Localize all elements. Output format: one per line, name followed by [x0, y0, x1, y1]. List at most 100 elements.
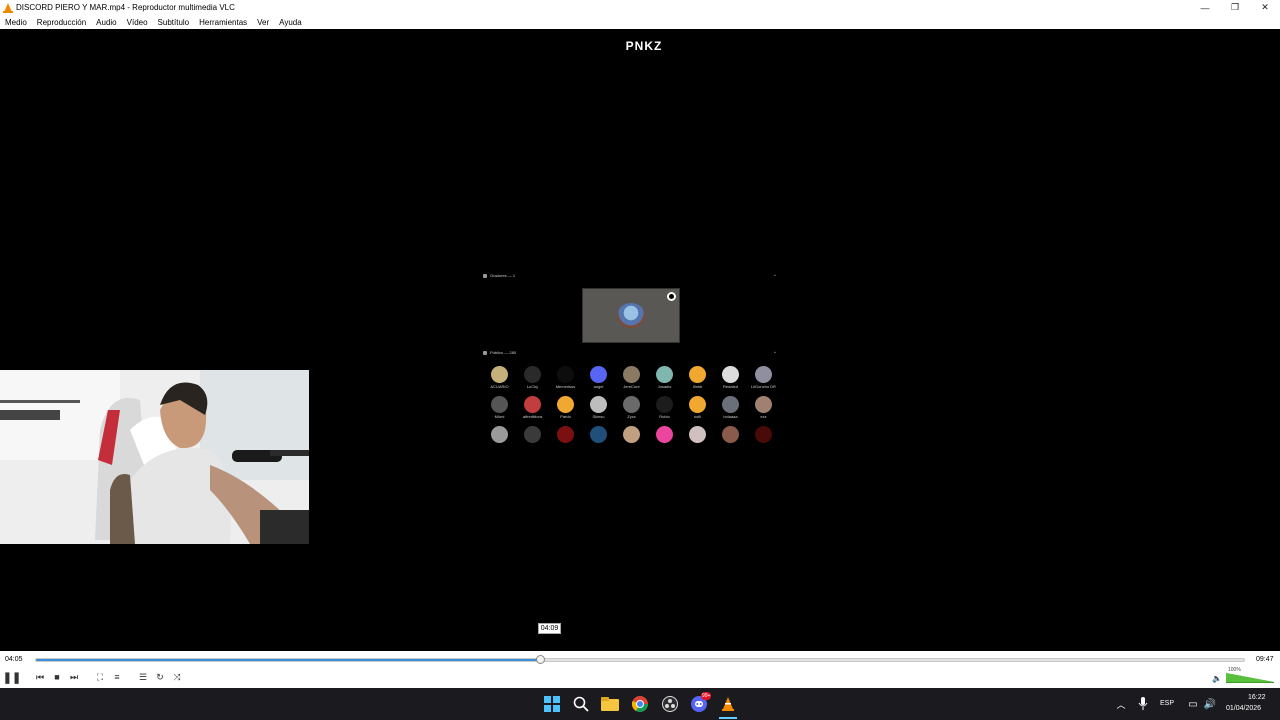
menu-herramientas[interactable]: Herramientas: [199, 18, 247, 27]
audience-member[interactable]: ezz: [747, 396, 780, 419]
member-name: Skinsu: [592, 414, 605, 419]
audience-member[interactable]: [483, 426, 516, 449]
audience-member[interactable]: Josadio: [648, 366, 681, 389]
audience-member[interactable]: bolaaaa: [714, 396, 747, 419]
audience-member[interactable]: ACUARIO: [483, 366, 516, 389]
member-name: Josadio: [657, 384, 672, 389]
stop-button[interactable]: ■: [50, 671, 64, 683]
audience-header-label: Público — 280: [490, 350, 517, 355]
member-name: [549, 444, 582, 449]
chevron-up-icon[interactable]: ︿: [1112, 695, 1130, 713]
speaker-icon[interactable]: 🔈: [1212, 674, 1222, 683]
loop-button[interactable]: ↻: [153, 671, 167, 683]
seek-handle[interactable]: [535, 655, 545, 664]
audience-member[interactable]: Skinsu: [582, 396, 615, 419]
member-name: [681, 444, 714, 449]
channel-logo: PNKZ: [625, 39, 663, 53]
menu-subtitulo[interactable]: Subtítulo: [158, 18, 190, 27]
network-icon[interactable]: ▭: [1184, 695, 1202, 713]
previous-button[interactable]: ⏮: [33, 671, 47, 683]
chevron-down-icon: ⌄: [772, 349, 777, 355]
member-name: angel: [593, 384, 604, 389]
chrome-icon[interactable]: [631, 695, 649, 713]
close-button[interactable]: ✕: [1250, 0, 1280, 15]
audience-member[interactable]: JereCore: [615, 366, 648, 389]
file-explorer-icon[interactable]: [601, 695, 619, 713]
audience-member[interactable]: Zyzz: [615, 396, 648, 419]
audience-member[interactable]: Redaled: [714, 366, 747, 389]
audience-member[interactable]: Rubio: [648, 396, 681, 419]
audience-member[interactable]: Mümi: [483, 396, 516, 419]
menu-video[interactable]: Vídeo: [127, 18, 148, 27]
windows-start-icon[interactable]: [543, 695, 561, 713]
audience-member[interactable]: alfredfdora: [516, 396, 549, 419]
seek-bar-progress: [36, 659, 540, 661]
audience-member[interactable]: LuCky: [516, 366, 549, 389]
member-avatar: [491, 426, 508, 443]
next-button[interactable]: ⏭: [67, 671, 81, 683]
fullscreen-button[interactable]: ⛶: [93, 671, 107, 683]
seek-time-tooltip: 04:09: [538, 623, 561, 634]
audience-member[interactable]: [681, 426, 714, 449]
audience-member[interactable]: [516, 426, 549, 449]
audience-member[interactable]: [747, 426, 780, 449]
minimize-button[interactable]: —: [1190, 0, 1220, 15]
audience-member[interactable]: Illnkb: [681, 366, 714, 389]
member-name: Mümi: [494, 414, 505, 419]
audience-member[interactable]: Memerisus: [549, 366, 582, 389]
audience-member[interactable]: [714, 426, 747, 449]
search-icon[interactable]: [572, 695, 590, 713]
obs-icon[interactable]: [661, 695, 679, 713]
menu-medio[interactable]: Medio: [5, 18, 27, 27]
member-avatar: [689, 426, 706, 443]
title-bar: DISCORD PIERO Y MAR.mp4 - Reproductor mu…: [0, 0, 1280, 15]
audience-row: Mümi alfredfdora Pardo Skinsu Zyzz Rubio sofii…: [483, 396, 783, 424]
member-avatar: [590, 426, 607, 443]
microphone-icon[interactable]: [1134, 695, 1152, 713]
audience-member[interactable]: [648, 426, 681, 449]
maximize-button[interactable]: ❐: [1220, 0, 1250, 15]
audience-member[interactable]: [582, 426, 615, 449]
audience-member[interactable]: sofii: [681, 396, 714, 419]
menu-reproduccion[interactable]: Reproducción: [37, 18, 86, 27]
menu-audio[interactable]: Audio: [96, 18, 116, 27]
member-name: Pardo: [560, 414, 571, 419]
speaker-badge-icon: [667, 292, 676, 301]
member-name: [582, 444, 615, 449]
member-avatar: [557, 426, 574, 443]
playlist-button[interactable]: ☰: [136, 671, 150, 683]
volume-slider[interactable]: [1226, 673, 1274, 683]
member-avatar: [623, 426, 640, 443]
member-name: Rubio: [659, 414, 670, 419]
seek-bar[interactable]: [35, 655, 1245, 664]
audience-member[interactable]: [615, 426, 648, 449]
member-name: ezz: [760, 414, 767, 419]
member-avatar: [656, 396, 673, 413]
webcam-scene: [0, 370, 309, 544]
audience-member[interactable]: Pardo: [549, 396, 582, 419]
member-avatar: [491, 366, 508, 383]
elapsed-time: 04:05: [5, 656, 23, 663]
menu-ver[interactable]: Ver: [257, 18, 269, 27]
member-avatar: [755, 396, 772, 413]
member-avatar: [722, 426, 739, 443]
member-name: Zyzz: [627, 414, 636, 419]
pause-button[interactable]: ❚❚: [3, 671, 21, 684]
audience-member[interactable]: angel: [582, 366, 615, 389]
clock-time[interactable]: 16:22: [1248, 694, 1266, 701]
member-name: [648, 444, 681, 449]
volume-control[interactable]: 🔈 100%: [1212, 667, 1276, 685]
clock-date[interactable]: 01/04/2026: [1226, 705, 1261, 712]
vlc-taskbar-icon[interactable]: [719, 695, 737, 713]
keyboard-language[interactable]: ESP: [1160, 700, 1174, 707]
volume-tray-icon[interactable]: 🔊: [1201, 695, 1219, 713]
video-surface[interactable]: PNKZ Oradores — 1 ⌄ Público — 280 ⌄ ACUA…: [0, 29, 1280, 651]
audience-member[interactable]: LilGoncho DR: [747, 366, 780, 389]
audience-member[interactable]: [549, 426, 582, 449]
microphone-icon: [483, 273, 487, 278]
extended-settings-button[interactable]: ≡: [110, 671, 124, 683]
speaker-avatar: [617, 303, 645, 328]
shuffle-button[interactable]: ⤨: [170, 671, 184, 683]
member-name: Memerisus: [555, 384, 576, 389]
menu-ayuda[interactable]: Ayuda: [279, 18, 302, 27]
